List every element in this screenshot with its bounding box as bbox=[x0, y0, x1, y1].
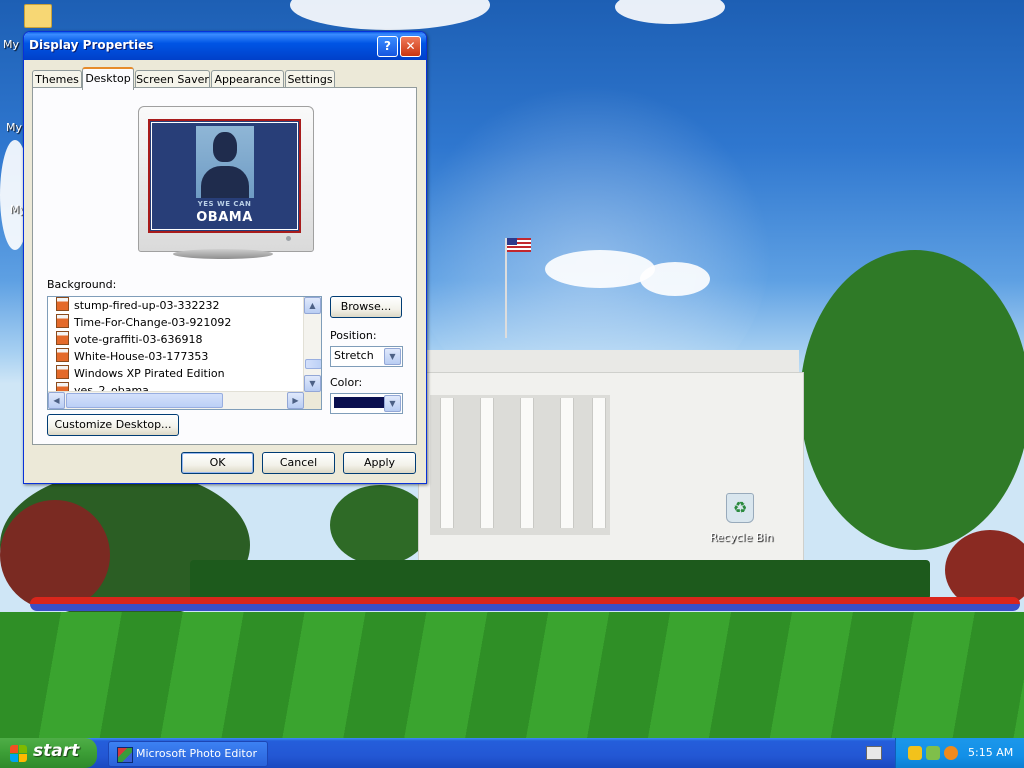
vertical-scrollbar[interactable]: ▲ ▼ bbox=[303, 297, 321, 392]
help-button[interactable]: ? bbox=[377, 36, 398, 57]
tab-desktop[interactable]: Desktop bbox=[82, 67, 134, 90]
flagpole bbox=[505, 238, 507, 338]
scroll-down-button[interactable]: ▼ bbox=[304, 375, 321, 392]
image-file-icon bbox=[56, 297, 69, 311]
hedge bbox=[190, 560, 930, 600]
list-item-label: White-House-03-177353 bbox=[74, 350, 209, 363]
position-value: Stretch bbox=[334, 349, 374, 362]
taskbar: start Microsoft Photo Editor 5:15 AM bbox=[0, 738, 1024, 768]
portrait-face bbox=[213, 132, 237, 162]
portrait-image bbox=[196, 126, 254, 198]
tab-appearance[interactable]: Appearance bbox=[211, 70, 284, 88]
tab-screen-saver[interactable]: Screen Saver bbox=[135, 70, 210, 88]
column bbox=[440, 398, 454, 528]
start-button[interactable]: start bbox=[0, 738, 97, 768]
display-properties-dialog: Display Properties ? ✕ Themes Desktop Sc… bbox=[23, 31, 427, 484]
tab-settings[interactable]: Settings bbox=[285, 70, 335, 88]
dialog-title: Display Properties bbox=[29, 38, 154, 52]
tree bbox=[330, 485, 430, 565]
start-label: start bbox=[33, 741, 80, 761]
image-file-icon bbox=[56, 348, 69, 362]
cancel-button[interactable]: Cancel bbox=[262, 452, 335, 474]
color-label: Color: bbox=[330, 376, 363, 389]
cloud bbox=[290, 0, 490, 30]
keyboard-icon[interactable] bbox=[866, 746, 882, 760]
list-item[interactable]: Windows XP Pirated Edition bbox=[56, 365, 225, 382]
task-label: Microsoft Photo Editor bbox=[136, 747, 257, 760]
power-led-icon bbox=[286, 236, 291, 241]
apply-button[interactable]: Apply bbox=[343, 452, 416, 474]
tab-themes[interactable]: Themes bbox=[32, 70, 82, 88]
list-item[interactable]: White-House-03-177353 bbox=[56, 348, 208, 365]
security-shield-icon[interactable] bbox=[908, 746, 922, 760]
list-item-label: vote-graffiti-03-636918 bbox=[74, 333, 203, 346]
desktop-tab-panel: YES WE CAN OBAMA Background: stump-fired… bbox=[32, 87, 417, 445]
desktop-icon-label[interactable]: My bbox=[6, 121, 22, 134]
poster-subtext: YES WE CAN bbox=[197, 200, 252, 208]
horizontal-scroll-thumb[interactable] bbox=[66, 393, 223, 408]
image-file-icon bbox=[56, 314, 69, 328]
column bbox=[560, 398, 574, 528]
wallpaper-preview: YES WE CAN OBAMA bbox=[148, 119, 301, 233]
network-icon[interactable] bbox=[926, 746, 940, 760]
system-tray: 5:15 AM bbox=[895, 738, 1024, 768]
column bbox=[592, 398, 606, 528]
search-icon[interactable] bbox=[944, 746, 958, 760]
recycle-bin-icon[interactable]: ♻ bbox=[726, 493, 754, 523]
scrollbar-corner bbox=[304, 392, 321, 409]
list-item-label: stump-fired-up-03-332232 bbox=[74, 299, 220, 312]
flower-bed bbox=[30, 597, 1020, 611]
position-select[interactable]: Stretch ▼ bbox=[330, 346, 403, 367]
column bbox=[480, 398, 494, 528]
monitor-preview: YES WE CAN OBAMA bbox=[138, 106, 314, 252]
scroll-left-button[interactable]: ◀ bbox=[48, 392, 65, 409]
color-swatch bbox=[334, 397, 384, 408]
close-button[interactable]: ✕ bbox=[400, 36, 421, 57]
list-item[interactable]: stump-fired-up-03-332232 bbox=[56, 297, 220, 314]
customize-desktop-button[interactable]: Customize Desktop... bbox=[47, 414, 179, 436]
color-picker[interactable]: ▼ bbox=[330, 393, 403, 414]
ok-button[interactable]: OK bbox=[181, 452, 254, 474]
taskbar-task-photo-editor[interactable]: Microsoft Photo Editor bbox=[108, 741, 268, 767]
scroll-up-button[interactable]: ▲ bbox=[304, 297, 321, 314]
image-file-icon bbox=[56, 331, 69, 345]
column bbox=[520, 398, 534, 528]
browse-button[interactable]: Browse... bbox=[330, 296, 402, 318]
chevron-down-icon[interactable]: ▼ bbox=[384, 395, 401, 412]
recycle-bin-label[interactable]: Recycle Bin bbox=[710, 531, 773, 544]
scroll-thumb[interactable] bbox=[305, 359, 321, 369]
background-label: Background: bbox=[47, 278, 117, 291]
portrait-shoulders bbox=[201, 166, 249, 198]
list-item[interactable]: vote-graffiti-03-636918 bbox=[56, 331, 202, 348]
list-item-label: Windows XP Pirated Edition bbox=[74, 367, 225, 380]
flag bbox=[507, 238, 531, 252]
image-file-icon bbox=[56, 365, 69, 379]
tree bbox=[0, 500, 110, 610]
lawn bbox=[0, 612, 1024, 738]
poster-text: OBAMA bbox=[196, 210, 253, 225]
recycle-bin[interactable]: ♻ bbox=[722, 493, 758, 527]
windows-logo-icon bbox=[10, 745, 27, 762]
clock[interactable]: 5:15 AM bbox=[968, 746, 1013, 759]
monitor-stand bbox=[173, 249, 273, 259]
chevron-down-icon[interactable]: ▼ bbox=[384, 348, 401, 365]
scroll-right-button[interactable]: ▶ bbox=[287, 392, 304, 409]
cloud bbox=[615, 0, 725, 24]
list-item-label: Time-For-Change-03-921092 bbox=[74, 316, 232, 329]
tree bbox=[800, 250, 1024, 550]
horizontal-scrollbar[interactable]: ◀ ▶ bbox=[48, 391, 304, 409]
list-item[interactable]: Time-For-Change-03-921092 bbox=[56, 314, 231, 331]
position-label: Position: bbox=[330, 329, 377, 342]
photo-editor-icon bbox=[117, 747, 133, 763]
background-listbox[interactable]: stump-fired-up-03-332232 Time-For-Change… bbox=[47, 296, 322, 410]
title-bar[interactable]: Display Properties ? ✕ bbox=[24, 32, 426, 60]
folder-icon[interactable] bbox=[24, 4, 52, 28]
